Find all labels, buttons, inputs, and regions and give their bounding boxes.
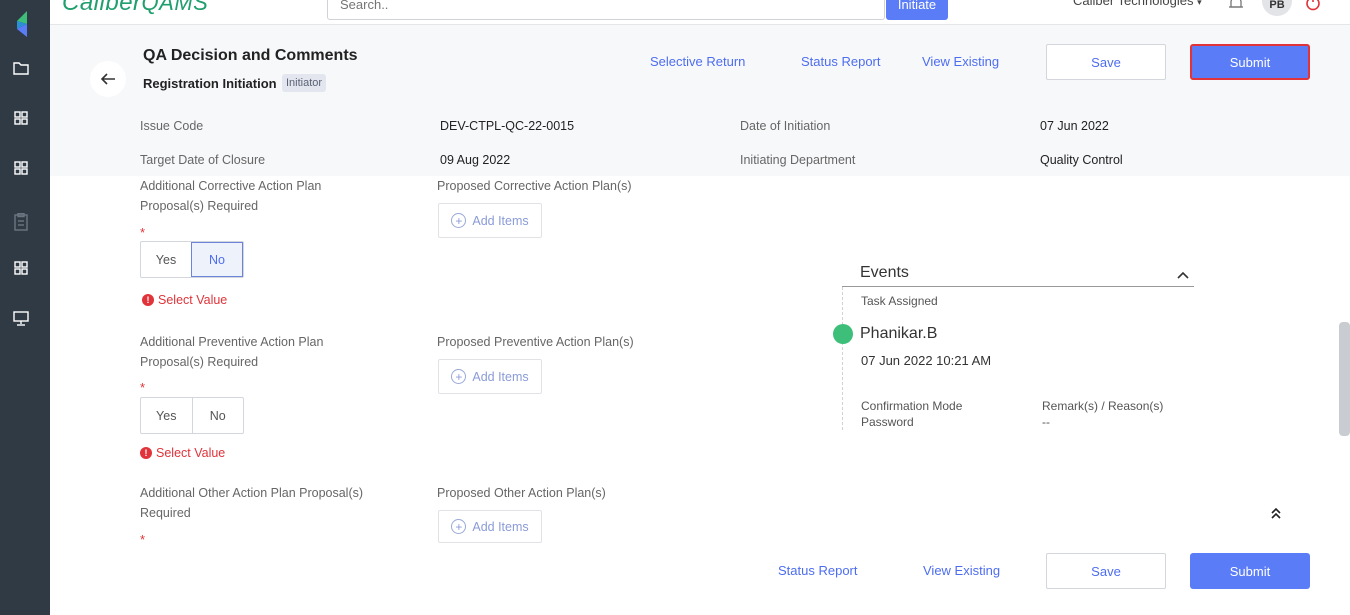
other-plans-label: Proposed Other Action Plan(s) bbox=[437, 486, 606, 500]
timeline-dot bbox=[833, 324, 853, 344]
plus-circle-icon: + bbox=[451, 519, 467, 534]
double-chevron-up-icon[interactable] bbox=[1268, 505, 1284, 526]
logo-icon[interactable] bbox=[14, 11, 36, 37]
plus-circle-icon: + bbox=[451, 369, 467, 384]
corrective-error-text: Select Value bbox=[158, 293, 228, 307]
search-box[interactable] bbox=[327, 0, 885, 20]
corrective-no-option[interactable]: No bbox=[191, 242, 243, 277]
bell-icon[interactable] bbox=[1227, 0, 1245, 17]
initiating-dept-label: Initiating Department bbox=[740, 153, 856, 167]
footer-submit-button[interactable]: Submit bbox=[1190, 553, 1310, 589]
status-report-link[interactable]: Status Report bbox=[801, 54, 881, 69]
preventive-label-line2: Proposal(s) Required bbox=[140, 355, 259, 369]
sidebar bbox=[0, 0, 50, 615]
target-date-label: Target Date of Closure bbox=[140, 153, 266, 167]
error-icon: ! bbox=[140, 447, 152, 459]
events-timeline bbox=[842, 287, 843, 430]
preventive-error-text: Select Value bbox=[156, 446, 226, 460]
brand-logo[interactable]: CaliberQAMS bbox=[62, 0, 208, 17]
clipboard-icon[interactable] bbox=[12, 213, 30, 231]
company-name: Caliber Technologies bbox=[1073, 0, 1194, 8]
add-items-label: Add Items bbox=[472, 213, 529, 228]
footer-status-report-link[interactable]: Status Report bbox=[778, 563, 858, 578]
corrective-label-line1: Additional Corrective Action Plan bbox=[140, 179, 322, 193]
top-bar: CaliberQAMS Initiate Caliber Technologie… bbox=[50, 0, 1350, 25]
footer-save-button[interactable]: Save bbox=[1046, 553, 1166, 589]
chevron-down-icon: ▾ bbox=[1197, 0, 1202, 7]
page-subtitle: Registration Initiation bbox=[143, 76, 277, 91]
corrective-yes-option[interactable]: Yes bbox=[141, 242, 191, 277]
preventive-yes-option[interactable]: Yes bbox=[141, 398, 192, 433]
arrow-left-icon bbox=[100, 73, 115, 85]
avatar[interactable]: PB bbox=[1262, 0, 1292, 16]
corrective-error: ! Select Value bbox=[142, 293, 227, 307]
target-date-value: 09 Aug 2022 bbox=[440, 153, 511, 167]
date-of-initiation-value: 07 Jun 2022 bbox=[1040, 119, 1109, 133]
confirmation-mode-value: Password bbox=[861, 415, 914, 429]
date-of-initiation-label: Date of Initiation bbox=[740, 119, 831, 133]
event-user: Phanikar.B bbox=[860, 325, 938, 342]
search-input[interactable] bbox=[328, 0, 884, 19]
add-items-label: Add Items bbox=[472, 519, 529, 534]
save-button[interactable]: Save bbox=[1046, 44, 1166, 80]
other-add-items-button[interactable]: + Add Items bbox=[438, 510, 542, 543]
other-label-line2: Required bbox=[140, 506, 191, 520]
other-label-line1: Additional Other Action Plan Proposal(s) bbox=[140, 486, 364, 500]
add-items-label: Add Items bbox=[472, 369, 529, 384]
submit-button[interactable]: Submit bbox=[1190, 44, 1310, 80]
required-marker: * bbox=[140, 380, 146, 395]
plus-circle-icon: + bbox=[451, 213, 467, 228]
corrective-plans-label: Proposed Corrective Action Plan(s) bbox=[437, 179, 632, 193]
grid-icon[interactable] bbox=[12, 259, 30, 277]
monitor-icon[interactable] bbox=[12, 309, 30, 327]
initiating-dept-value: Quality Control bbox=[1040, 153, 1123, 167]
role-badge: Initiator bbox=[282, 74, 327, 92]
footer-view-existing-link[interactable]: View Existing bbox=[923, 563, 1000, 578]
other-required-label: Additional Other Action Plan Proposal(s)… bbox=[140, 483, 363, 523]
preventive-add-items-button[interactable]: + Add Items bbox=[438, 359, 542, 394]
preventive-yes-no-toggle: Yes No bbox=[140, 397, 244, 434]
scrollbar[interactable] bbox=[1339, 322, 1350, 436]
grid-icon[interactable] bbox=[12, 109, 30, 127]
grid-icon[interactable] bbox=[12, 159, 30, 177]
remarks-value: -- bbox=[1042, 415, 1050, 429]
chevron-up-icon[interactable] bbox=[1176, 267, 1190, 285]
corrective-label-line2: Proposal(s) Required bbox=[140, 199, 259, 213]
required-marker: * bbox=[140, 225, 146, 240]
events-divider bbox=[842, 286, 1194, 287]
events-title: Events bbox=[860, 264, 909, 281]
corrective-yes-no-toggle: Yes No bbox=[140, 241, 244, 278]
page-title: QA Decision and Comments bbox=[143, 47, 358, 64]
preventive-required-label: Additional Preventive Action Plan Propos… bbox=[140, 332, 323, 372]
brand-prefix: Caliber bbox=[62, 0, 142, 16]
issue-code-value: DEV-CTPL-QC-22-0015 bbox=[440, 119, 575, 133]
company-selector[interactable]: Caliber Technologies ▾ bbox=[1073, 0, 1202, 8]
view-existing-link[interactable]: View Existing bbox=[922, 54, 999, 69]
selective-return-link[interactable]: Selective Return bbox=[650, 54, 745, 69]
error-icon: ! bbox=[142, 294, 154, 306]
task-assigned-label: Task Assigned bbox=[861, 294, 938, 308]
power-icon[interactable] bbox=[1304, 0, 1322, 17]
folder-icon[interactable] bbox=[12, 59, 30, 77]
preventive-no-option[interactable]: No bbox=[191, 398, 244, 433]
back-button[interactable] bbox=[90, 61, 126, 97]
issue-code-label: Issue Code bbox=[140, 119, 204, 133]
preventive-error: ! Select Value bbox=[140, 446, 225, 460]
corrective-required-label: Additional Corrective Action Plan Propos… bbox=[140, 176, 321, 216]
corrective-add-items-button[interactable]: + Add Items bbox=[438, 203, 542, 238]
brand-suffix: QAMS bbox=[141, 0, 209, 15]
remarks-label: Remark(s) / Reason(s) bbox=[1042, 399, 1164, 413]
confirmation-mode-label: Confirmation Mode bbox=[861, 399, 963, 413]
initiate-button[interactable]: Initiate bbox=[886, 0, 948, 20]
event-datetime: 07 Jun 2022 10:21 AM bbox=[861, 353, 992, 368]
preventive-label-line1: Additional Preventive Action Plan bbox=[140, 335, 324, 349]
preventive-plans-label: Proposed Preventive Action Plan(s) bbox=[437, 335, 634, 349]
required-marker: * bbox=[140, 532, 146, 544]
page-header: QA Decision and Comments Registration In… bbox=[50, 25, 1350, 176]
